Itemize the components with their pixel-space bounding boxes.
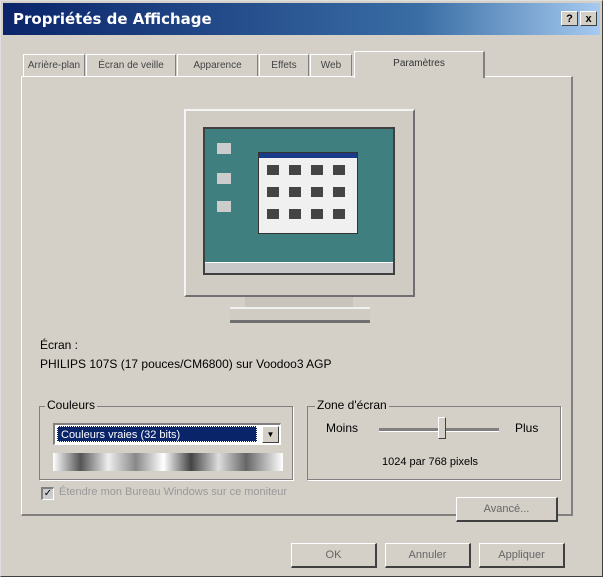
preview-window: [258, 152, 358, 234]
apply-button[interactable]: Appliquer: [479, 543, 565, 568]
display-label: Écran :: [40, 338, 79, 352]
screen-area-legend: Zone d'écran: [315, 398, 389, 412]
preview-icon: [289, 165, 301, 175]
tab-web[interactable]: Web: [310, 54, 352, 76]
color-palette-bar: [53, 453, 283, 471]
preview-icon: [267, 165, 279, 175]
extend-desktop-label: Étendre mon Bureau Windows sur ce monite…: [59, 486, 288, 498]
preview-titlebar: [259, 153, 357, 158]
slider-more-label: Plus: [515, 421, 539, 435]
ok-button[interactable]: OK: [291, 543, 377, 568]
preview-icon: [311, 209, 323, 219]
advanced-button[interactable]: Avancé...: [456, 497, 558, 522]
tab-apparence[interactable]: Apparence: [177, 54, 258, 76]
desktop-icon: [217, 201, 231, 212]
help-button[interactable]: ?: [561, 11, 578, 26]
tab-effets[interactable]: Effets: [259, 54, 309, 76]
close-button[interactable]: x: [580, 11, 597, 26]
cancel-button[interactable]: Annuler: [385, 543, 471, 568]
preview-icon: [267, 209, 279, 219]
preview-taskbar: [205, 262, 393, 273]
tab-parametres[interactable]: Paramètres: [354, 51, 485, 78]
slider-less-label: Moins: [326, 421, 359, 435]
desktop-icon: [217, 143, 231, 154]
tab-arriere-plan[interactable]: Arrière-plan: [23, 54, 85, 76]
colors-legend: Couleurs: [45, 398, 98, 412]
preview-icon: [289, 187, 301, 197]
monitor-preview: [184, 109, 415, 297]
colors-selected-value: Couleurs vraies (32 bits): [57, 426, 257, 442]
monitor-stand-base: [230, 307, 370, 323]
colors-select[interactable]: Couleurs vraies (32 bits) ▼: [53, 423, 281, 445]
display-device: PHILIPS 107S (17 pouces/CM6800) sur Vood…: [40, 357, 332, 371]
preview-icon: [267, 187, 279, 197]
tab-ecran-de-veille[interactable]: Écran de veille: [86, 54, 176, 76]
resolution-slider-thumb[interactable]: [438, 417, 446, 439]
desktop-icon: [217, 173, 231, 184]
preview-icon: [333, 187, 345, 197]
extend-desktop-checkbox[interactable]: ✓: [41, 487, 54, 500]
screen-area-group: [307, 406, 561, 480]
preview-icon: [333, 165, 345, 175]
window-title: Propriétés de Affichage: [13, 10, 212, 28]
preview-icon: [311, 165, 323, 175]
monitor-screen: [203, 127, 395, 275]
preview-icon: [289, 209, 301, 219]
chevron-down-icon[interactable]: ▼: [262, 426, 279, 443]
resolution-text: 1024 par 768 pixels: [382, 456, 479, 468]
preview-icon: [311, 187, 323, 197]
display-properties-window: Propriétés de Affichage ? x Arrière-plan…: [0, 0, 603, 577]
title-bar: Propriétés de Affichage ? x: [3, 3, 600, 35]
preview-icon: [333, 209, 345, 219]
